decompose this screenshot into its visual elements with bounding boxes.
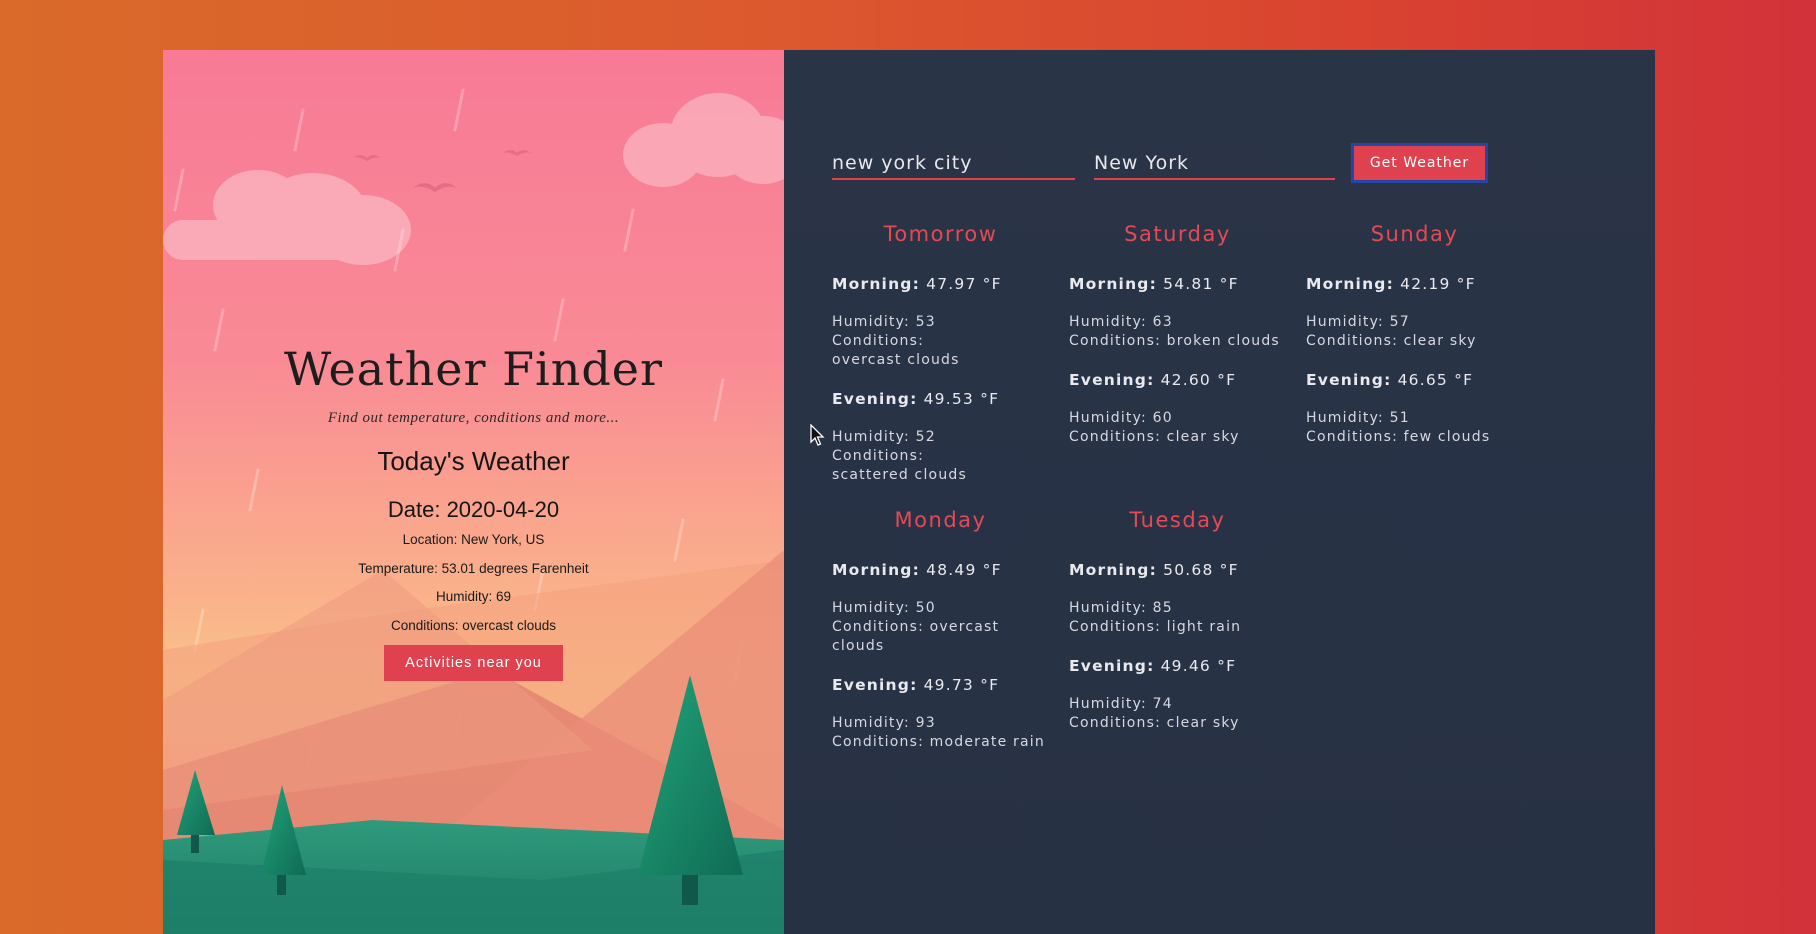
- city-input[interactable]: new york city: [832, 148, 1075, 180]
- hero-panel: Weather Finder Find out temperature, con…: [163, 50, 784, 934]
- today-heading: Today's Weather: [377, 446, 570, 476]
- forecast-panel: new york city New York Get Weather Tomor…: [784, 50, 1655, 934]
- morning-temp: Morning: 50.68 °F: [1069, 561, 1239, 579]
- forecast-day-name: Tomorrow: [883, 222, 998, 246]
- forecast-day-name: Sunday: [1370, 222, 1459, 246]
- app-subtitle: Find out temperature, conditions and mor…: [327, 410, 620, 426]
- mouse-cursor-icon: [810, 424, 825, 446]
- get-weather-button[interactable]: Get Weather: [1351, 143, 1488, 183]
- forecast-card-tuesday: Tuesday Morning: 50.68 °F Humidity: 85 Co…: [1069, 508, 1299, 753]
- state-input[interactable]: New York: [1094, 148, 1335, 180]
- forecast-card-saturday: Saturday Morning: 54.81 °F Humidity: 63 C…: [1069, 222, 1299, 467]
- app-window: Weather Finder Find out temperature, con…: [163, 50, 1655, 934]
- today-temperature: Temperature: 53.01 degrees Farenheit: [358, 561, 589, 576]
- morning-details: Humidity: 85 Conditions: light rain: [1069, 600, 1242, 635]
- activities-button[interactable]: Activities near you: [384, 645, 563, 681]
- morning-temp: Morning: 47.97 °F: [832, 275, 1002, 293]
- morning-details: Humidity: 57 Conditions: clear sky: [1306, 314, 1477, 349]
- evening-details: Humidity: 74 Conditions: clear sky: [1069, 696, 1240, 731]
- evening-temp: Evening: 49.46 °F: [1069, 657, 1237, 675]
- morning-temp: Morning: 48.49 °F: [832, 561, 1002, 579]
- morning-temp: Morning: 54.81 °F: [1069, 275, 1239, 293]
- today-summary: Weather Finder Find out temperature, con…: [163, 50, 784, 934]
- evening-temp: Evening: 42.60 °F: [1069, 371, 1237, 389]
- today-humidity: Humidity: 69: [435, 589, 512, 604]
- evening-details: Humidity: 60 Conditions: clear sky: [1069, 410, 1240, 445]
- today-date: Date: 2020-04-20: [387, 497, 560, 522]
- today-conditions: Conditions: overcast clouds: [390, 618, 557, 633]
- evening-temp: Evening: 49.53 °F: [832, 390, 1000, 408]
- forecast-card-monday: Monday Morning: 48.49 °F Humidity: 50 Con…: [832, 508, 1062, 772]
- app-title: Weather Finder: [283, 342, 664, 396]
- forecast-card-tomorrow: Tomorrow Morning: 47.97 °F Humidity: 53 C…: [832, 222, 1062, 505]
- forecast-card-sunday: Sunday Morning: 42.19 °F Humidity: 57 Con…: [1306, 222, 1536, 467]
- evening-temp: Evening: 46.65 °F: [1306, 371, 1474, 389]
- evening-details: Humidity: 93 Conditions: moderate rain: [832, 715, 1045, 750]
- morning-details: Humidity: 63 Conditions: broken clouds: [1069, 314, 1280, 349]
- forecast-day-name: Monday: [894, 508, 987, 532]
- morning-details: Humidity: 50 Conditions: overcast clouds: [832, 600, 1000, 654]
- evening-details: Humidity: 51 Conditions: few clouds: [1306, 410, 1491, 445]
- today-location: Location: New York, US: [402, 532, 545, 547]
- morning-temp: Morning: 42.19 °F: [1306, 275, 1476, 293]
- evening-temp: Evening: 49.73 °F: [832, 676, 1000, 694]
- forecast-day-name: Saturday: [1124, 222, 1231, 246]
- evening-details: Humidity: 52 Conditions: scattered clouds: [832, 429, 967, 483]
- morning-details: Humidity: 53 Conditions: overcast clouds: [832, 314, 960, 368]
- forecast-day-name: Tuesday: [1129, 508, 1226, 532]
